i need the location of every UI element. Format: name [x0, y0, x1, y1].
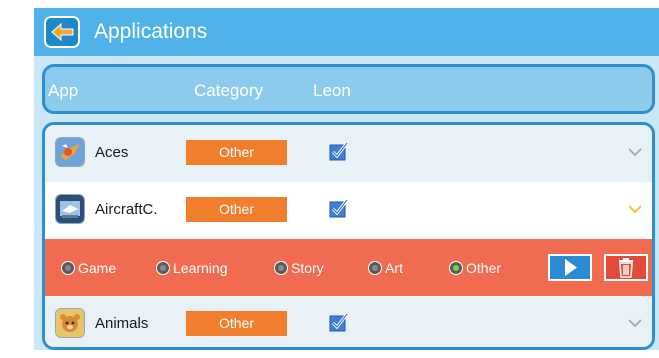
- app-name: AircraftC.: [95, 201, 158, 218]
- list-item[interactable]: AircraftC. Other: [45, 182, 652, 239]
- category-panel: Game Learning Story Art Other: [45, 239, 652, 296]
- aces-app-icon: [55, 137, 85, 167]
- radio-icon: [368, 261, 382, 275]
- aircraftc-app-icon: [55, 194, 85, 224]
- list-item[interactable]: Aces Other: [45, 125, 652, 182]
- column-header: App Category Leon: [42, 64, 655, 114]
- header-user: Leon: [313, 81, 351, 100]
- app-name: Animals: [95, 315, 149, 332]
- play-button[interactable]: [548, 254, 592, 281]
- radio-label: Art: [385, 260, 403, 276]
- radio-label: Other: [466, 260, 502, 276]
- back-arrow-icon: [51, 22, 74, 42]
- chevron-down-icon[interactable]: [627, 147, 643, 157]
- app-window: Applications App Category Leon Aces Othe…: [34, 8, 659, 350]
- category-button[interactable]: Other: [186, 140, 287, 165]
- page-title: Applications: [94, 20, 208, 43]
- trash-icon: [619, 258, 633, 278]
- checkbox-icon[interactable]: [329, 141, 349, 162]
- back-button[interactable]: [44, 16, 80, 48]
- category-button[interactable]: Other: [186, 197, 287, 222]
- app-name: Aces: [95, 144, 129, 161]
- checkbox-icon[interactable]: [329, 198, 349, 219]
- category-button[interactable]: Other: [186, 311, 287, 336]
- radio-icon: [274, 261, 288, 275]
- radio-label: Learning: [173, 260, 228, 276]
- radio-icon: [156, 261, 170, 275]
- top-bar: Applications: [34, 8, 659, 56]
- app-list: Aces Other AircraftC. Other Game Learnin…: [42, 122, 655, 350]
- checkbox-icon[interactable]: [329, 312, 349, 333]
- radio-icon: [449, 261, 463, 275]
- delete-button[interactable]: [604, 254, 648, 281]
- list-item[interactable]: Animals Other: [45, 296, 652, 347]
- radio-label: Story: [291, 260, 324, 276]
- header-app: App: [48, 81, 79, 100]
- animals-app-icon: [55, 308, 85, 338]
- header-category: Category: [194, 81, 263, 100]
- play-icon: [565, 259, 577, 276]
- chevron-down-icon[interactable]: [627, 204, 643, 214]
- radio-icon: [61, 261, 75, 275]
- radio-label: Game: [78, 260, 117, 276]
- chevron-down-icon[interactable]: [627, 318, 643, 328]
